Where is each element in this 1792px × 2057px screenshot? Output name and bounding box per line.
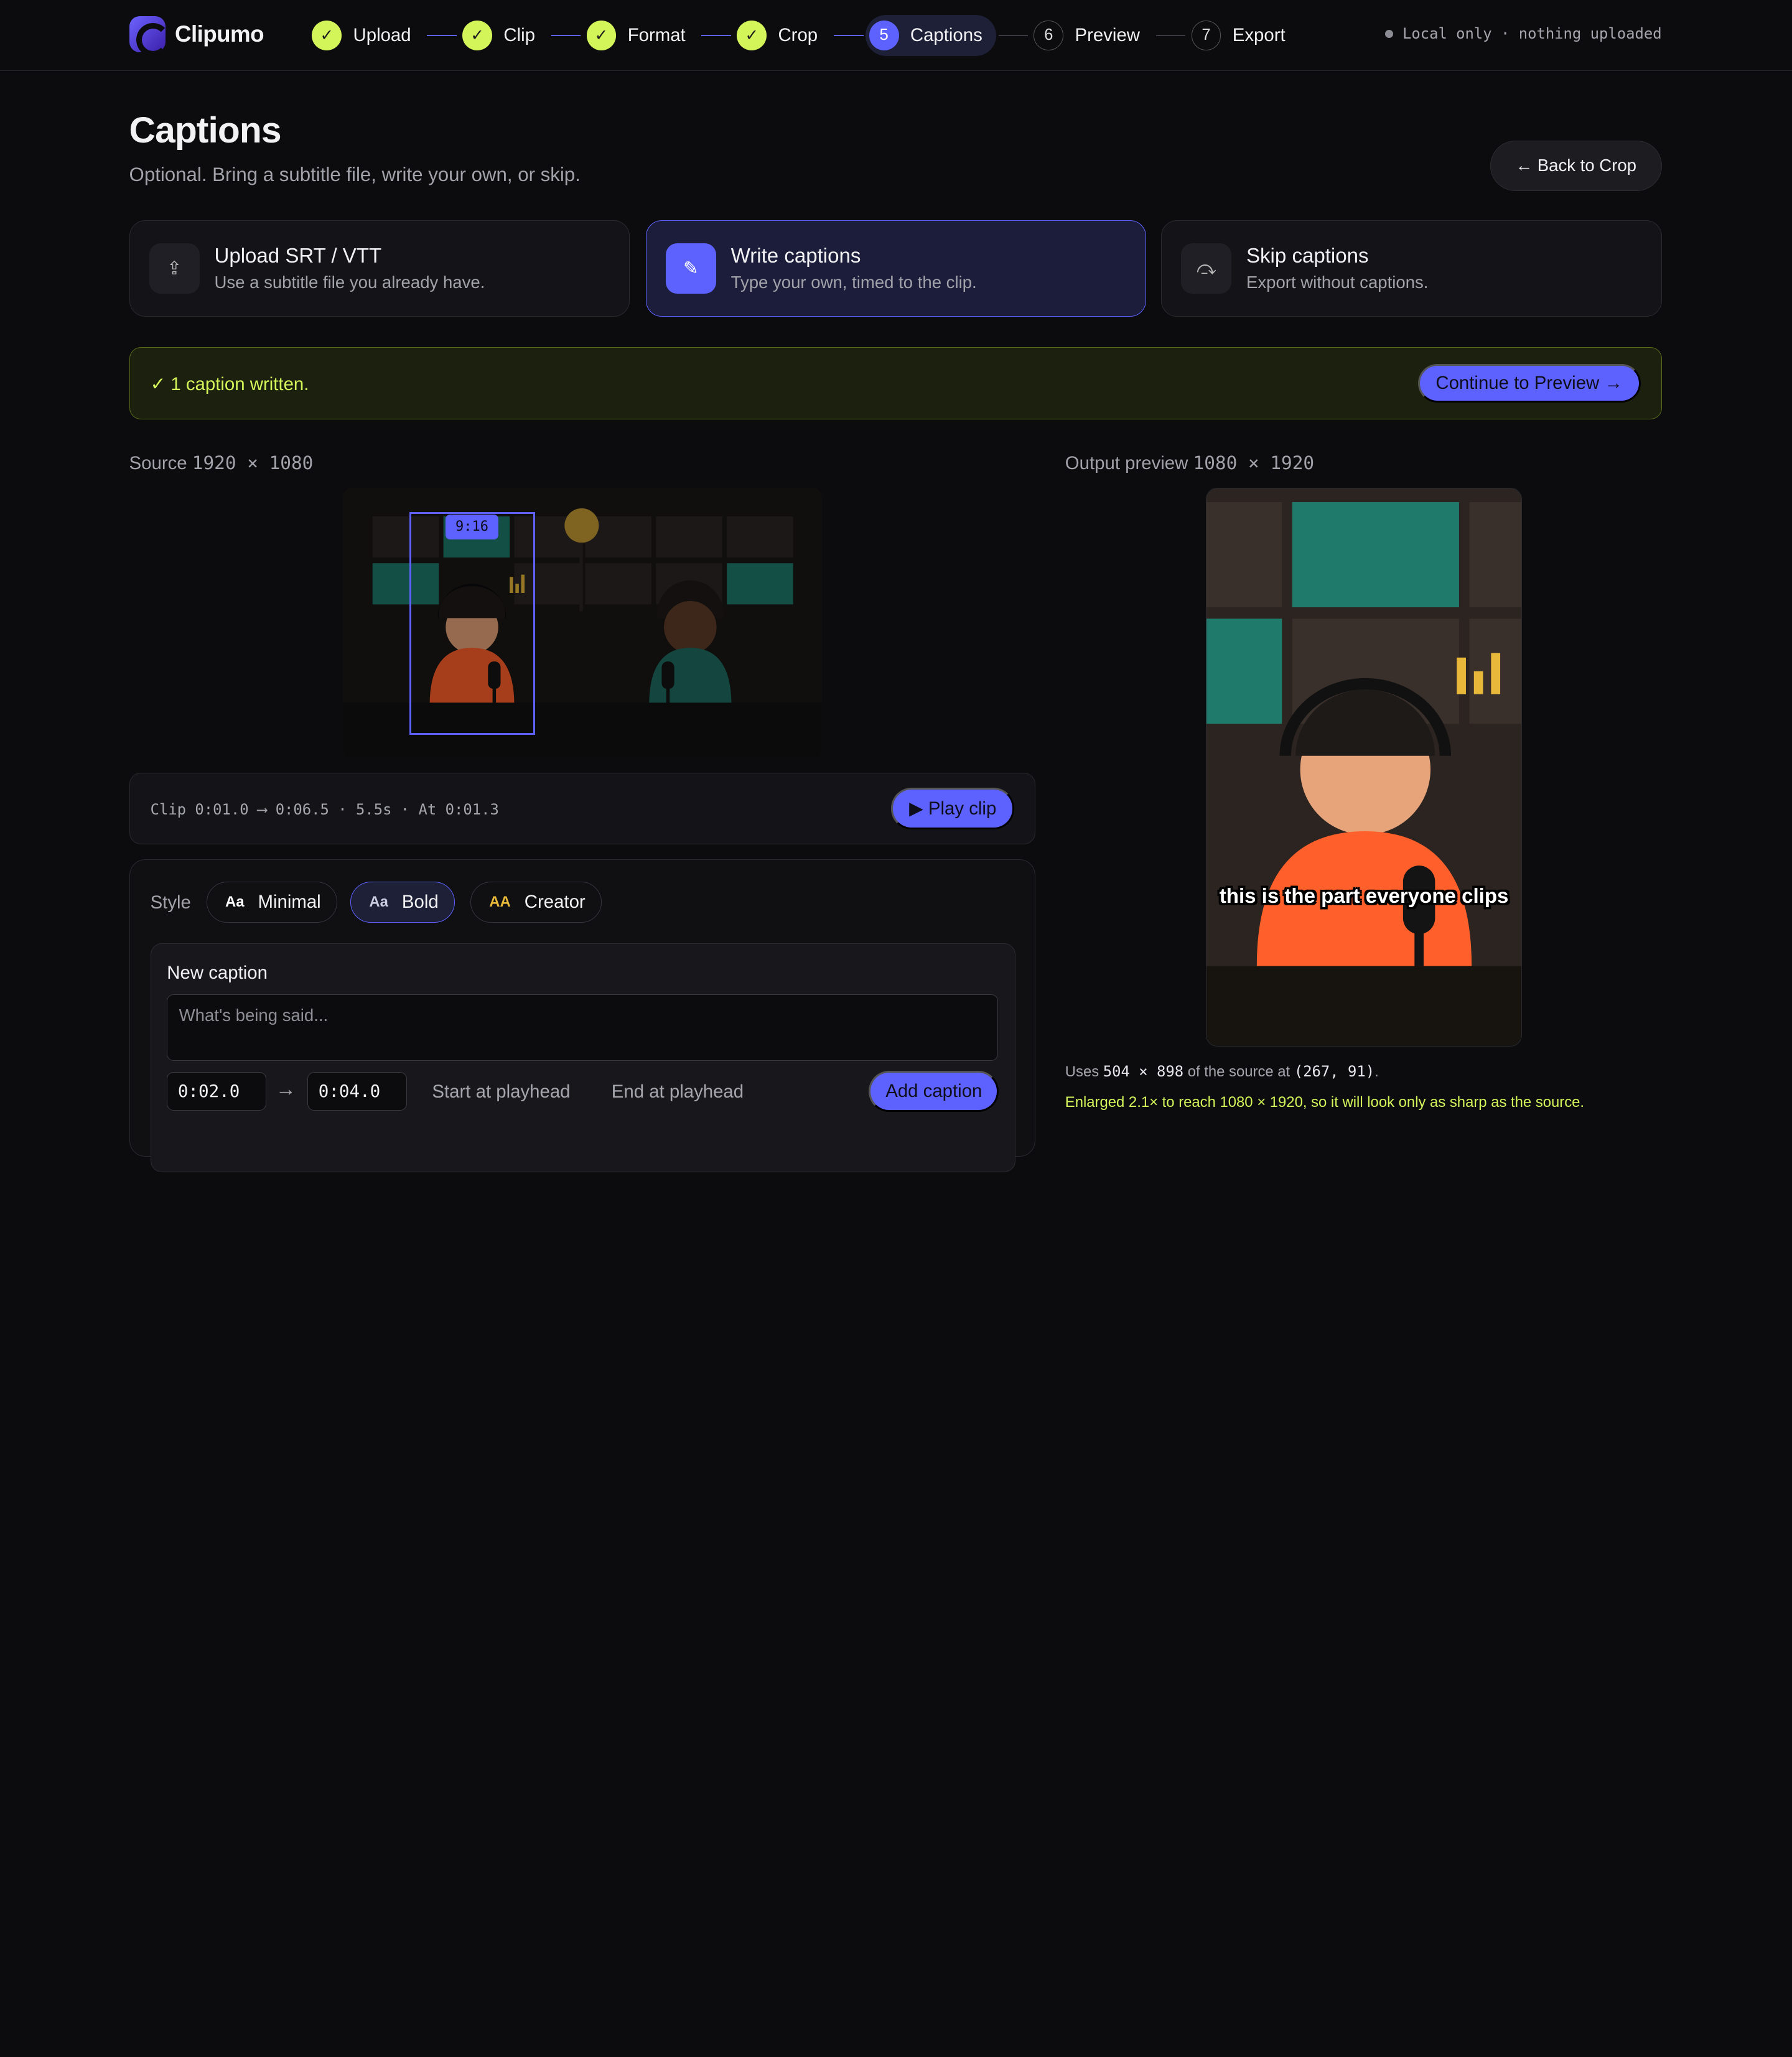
style-badge: AA: [489, 893, 511, 911]
step-connector: [701, 35, 732, 36]
option-title: Skip captions: [1246, 244, 1369, 268]
step-captions[interactable]: 5 Captions: [866, 14, 996, 56]
option-title: Upload SRT / VTT: [214, 244, 382, 268]
back-to-crop-button[interactable]: ← Back to Crop: [1490, 140, 1662, 191]
page-subtitle: Optional. Bring a subtitle file, write y…: [129, 163, 581, 185]
option-title: Write captions: [730, 244, 861, 268]
step-number: 5: [869, 21, 899, 50]
style-creator[interactable]: AA Creator: [470, 882, 602, 923]
step-label: Clip: [503, 24, 535, 45]
output-scene-illustration: [1206, 488, 1522, 1047]
step-label: Upload: [353, 24, 411, 45]
source-label: Source 1920 × 1080: [129, 452, 314, 474]
step-upload[interactable]: ✓ Upload: [309, 15, 425, 56]
crop-position: (267, 91): [1294, 1063, 1375, 1081]
end-time-field[interactable]: [307, 1071, 407, 1111]
logo-icon: [129, 16, 166, 53]
check-icon: ✓: [462, 21, 492, 50]
enlarge-warning: Enlarged 2.1× to reach 1080 × 1920, so i…: [1065, 1093, 1585, 1111]
upload-icon: ⇪: [149, 243, 200, 294]
top-bar: Clipumo ✓ Upload ✓ Clip ✓ Format ✓ Crop …: [0, 0, 1792, 71]
output-dimensions: 1080 × 1920: [1193, 452, 1315, 474]
output-label: Output preview 1080 × 1920: [1065, 452, 1315, 474]
status-dot-icon: [1385, 29, 1394, 38]
step-format[interactable]: ✓ Format: [583, 15, 699, 56]
step-clip[interactable]: ✓ Clip: [459, 15, 549, 56]
style-name: Bold: [401, 892, 439, 913]
step-export[interactable]: 7 Export: [1188, 15, 1299, 56]
check-icon: ✓: [312, 21, 342, 50]
app-name: Clipumo: [175, 21, 264, 47]
caption-status-banner: ✓ 1 caption written. Continue to Preview…: [129, 347, 1662, 420]
privacy-note-text: Local only · nothing uploaded: [1402, 25, 1662, 43]
style-minimal[interactable]: Aa Minimal: [206, 882, 338, 923]
source-usage-note: Uses 504 × 898 of the source at (267, 91…: [1065, 1063, 1379, 1081]
step-number: 7: [1191, 21, 1221, 50]
style-name: Minimal: [258, 892, 321, 913]
option-write-captions[interactable]: ✎ Write captions Type your own, timed to…: [645, 220, 1147, 317]
option-desc: Type your own, timed to the clip.: [730, 273, 977, 292]
privacy-note: Local only · nothing uploaded: [1385, 25, 1662, 43]
option-skip-captions[interactable]: ⤼ Skip captions Export without captions.: [1161, 220, 1662, 317]
caption-editor: Style Aa Minimal Aa Bold AA Creator New …: [129, 859, 1036, 1172]
style-badge: Aa: [369, 893, 388, 911]
style-name: Creator: [524, 892, 586, 913]
option-upload-srt[interactable]: ⇪ Upload SRT / VTT Use a subtitle file y…: [129, 220, 630, 317]
step-connector: [1155, 35, 1186, 36]
source-dimensions: 1920 × 1080: [192, 452, 314, 474]
style-badge: Aa: [225, 893, 245, 911]
continue-to-preview-button[interactable]: Continue to Preview →: [1417, 364, 1641, 403]
crop-size: 504 × 898: [1103, 1063, 1184, 1081]
clip-range-info: Clip 0:01.0 ⟶ 0:06.5 · 5.5s · At 0:01.3: [150, 800, 499, 818]
caption-overlay-text: this is the part everyone clips: [1219, 884, 1509, 908]
check-icon: ✓: [737, 21, 767, 50]
new-caption-title: New caption: [167, 962, 268, 983]
caption-count-message: ✓ 1 caption written.: [150, 373, 309, 394]
app-logo[interactable]: Clipumo: [129, 16, 264, 53]
aspect-ratio-tag: 9:16: [446, 514, 498, 539]
step-connector: [833, 35, 864, 36]
step-crop[interactable]: ✓ Crop: [734, 15, 831, 56]
option-desc: Use a subtitle file you already have.: [214, 273, 485, 292]
crop-region-handle[interactable]: [409, 511, 535, 735]
start-at-playhead-button[interactable]: Start at playhead: [432, 1081, 570, 1103]
step-connector: [551, 35, 581, 36]
new-caption-panel: New caption → Start at playhead End at p…: [150, 943, 1015, 1172]
style-label: Style: [150, 892, 191, 913]
step-connector: [427, 35, 457, 36]
arrow-icon: →: [275, 1078, 296, 1101]
step-label: Crop: [778, 24, 818, 45]
play-clip-button[interactable]: ▶ Play clip: [891, 788, 1014, 829]
output-preview: [1205, 488, 1523, 1047]
check-icon: ✓: [586, 21, 617, 50]
end-at-playhead-button[interactable]: End at playhead: [612, 1081, 744, 1103]
step-label: Export: [1232, 24, 1286, 45]
page-title: Captions: [129, 110, 282, 151]
step-label: Format: [627, 24, 686, 45]
step-label: Captions: [910, 24, 982, 45]
caption-text-input[interactable]: [167, 994, 998, 1061]
step-number: 6: [1034, 21, 1064, 50]
add-caption-button[interactable]: Add caption: [869, 1071, 999, 1112]
step-preview[interactable]: 6 Preview: [1030, 15, 1154, 56]
step-label: Preview: [1075, 24, 1141, 45]
option-desc: Export without captions.: [1246, 273, 1429, 292]
style-bold[interactable]: Aa Bold: [350, 882, 455, 923]
skip-icon: ⤼: [1181, 243, 1232, 294]
step-connector: [998, 35, 1029, 36]
stepper: ✓ Upload ✓ Clip ✓ Format ✓ Crop 5 Captio…: [309, 14, 1299, 56]
clip-bar: Clip 0:01.0 ⟶ 0:06.5 · 5.5s · At 0:01.3 …: [129, 772, 1036, 845]
start-time-field[interactable]: [167, 1071, 267, 1111]
pencil-icon: ✎: [665, 243, 716, 294]
